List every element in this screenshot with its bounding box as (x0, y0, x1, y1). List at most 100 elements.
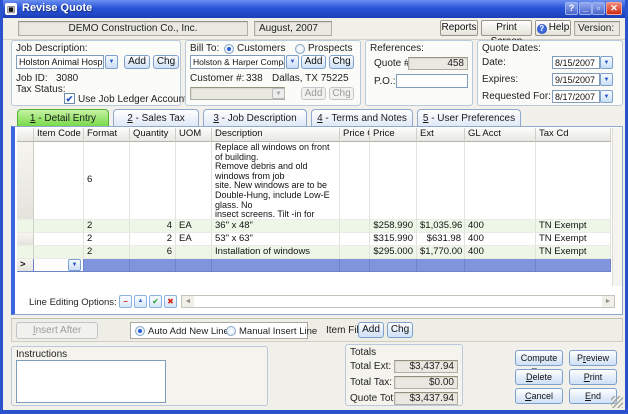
cell-quantity[interactable] (130, 259, 176, 272)
date-dropdown-icon[interactable]: ▼ (600, 56, 613, 69)
minimize-button[interactable]: _ (579, 2, 592, 15)
cell-uom[interactable] (176, 259, 212, 272)
cell-quantity[interactable]: 6 (130, 246, 176, 259)
tab-sales-tax[interactable]: 2 - Sales Tax (113, 109, 199, 127)
cell-description[interactable]: 53" x 63" (212, 233, 340, 246)
cell-item-code[interactable] (34, 220, 84, 233)
cell-description[interactable]: 36" x 48" (212, 220, 340, 233)
grid-vertical-scrollbar[interactable] (612, 128, 622, 286)
date-input[interactable]: 8/15/2007 (552, 56, 600, 69)
item-code-dropdown-icon[interactable]: ▼ (68, 259, 81, 271)
table-row[interactable]: 2 6 Installation of windows $295.000 $1,… (17, 246, 611, 259)
cell-price[interactable] (370, 142, 417, 220)
cell-quantity[interactable]: 4 (130, 220, 176, 233)
job-combo-dropdown-icon[interactable]: ▼ (105, 55, 118, 69)
tab-user-preferences[interactable]: 5 - User Preferences (417, 109, 521, 127)
cell-format[interactable]: 6 (84, 142, 130, 220)
cell-price-cd[interactable] (340, 142, 370, 220)
auto-add-radio[interactable] (135, 326, 145, 336)
tab-terms-and-notes[interactable]: 4 - Terms and Notes (311, 109, 413, 127)
cell-price[interactable] (370, 259, 417, 272)
close-button[interactable]: ✕ (606, 2, 622, 15)
expires-dropdown-icon[interactable]: ▼ (600, 73, 613, 86)
print-button[interactable]: Print (569, 369, 617, 385)
cell-ext[interactable]: $1,035.96 (417, 220, 465, 233)
cell-item-code[interactable] (34, 246, 84, 259)
cancel-line-icon[interactable]: ✖ (164, 295, 177, 308)
row-selector[interactable] (17, 220, 34, 233)
tab-detail-entry[interactable]: 1 - Detail Entry (17, 109, 109, 127)
bill-to-chg-button[interactable]: Chg (329, 55, 354, 69)
cell-gl-acct[interactable]: 400 (465, 246, 536, 259)
new-row-item-code-cell[interactable]: ▼ (34, 259, 84, 272)
scroll-right-icon[interactable]: ► (602, 296, 614, 307)
cell-price-cd[interactable] (340, 233, 370, 246)
cell-item-code[interactable] (34, 233, 84, 246)
cell-price[interactable]: $315.990 (370, 233, 417, 246)
new-row-selector[interactable]: > (17, 259, 34, 272)
cell-quantity[interactable] (130, 142, 176, 220)
cell-gl-acct[interactable]: 400 (465, 220, 536, 233)
customers-radio-label[interactable]: Customers (237, 43, 285, 54)
cell-description[interactable] (212, 259, 340, 272)
item-file-chg-button[interactable]: Chg (387, 322, 413, 338)
scroll-left-icon[interactable]: ◄ (182, 296, 194, 307)
cell-tax-cd[interactable]: TN Exempt (536, 246, 611, 259)
move-up-icon[interactable]: ▲ (134, 295, 147, 308)
cell-tax-cd[interactable]: TN Exempt (536, 233, 611, 246)
cell-ext[interactable] (417, 259, 465, 272)
cell-ext[interactable]: $1,770.00 (417, 246, 465, 259)
cell-uom[interactable] (176, 142, 212, 220)
cell-price-cd[interactable] (340, 259, 370, 272)
cell-price-cd[interactable] (340, 246, 370, 259)
bill-to-combo-input[interactable]: Holston & Harper Companies (190, 55, 285, 69)
prospects-radio[interactable] (295, 44, 305, 54)
end-button[interactable]: End (569, 388, 617, 404)
cell-tax-cd[interactable] (536, 142, 611, 220)
cell-gl-acct[interactable] (465, 259, 536, 272)
requested-for-dropdown-icon[interactable]: ▼ (600, 90, 613, 103)
cell-tax-cd[interactable]: TN Exempt (536, 220, 611, 233)
cell-price-cd[interactable] (340, 220, 370, 233)
manual-insert-radio[interactable] (226, 326, 236, 336)
preview-button[interactable]: Preview (569, 350, 617, 366)
maximize-button[interactable]: ▫ (592, 2, 605, 15)
cell-ext[interactable]: $631.98 (417, 233, 465, 246)
requested-for-input[interactable]: 8/17/2007 (552, 90, 600, 103)
customers-radio[interactable] (224, 44, 234, 54)
help-button[interactable]: ?Help (535, 20, 571, 36)
cell-uom[interactable]: EA (176, 220, 212, 233)
cancel-button[interactable]: Cancel (515, 388, 563, 404)
auto-add-radio-label[interactable]: Auto Add New Line (148, 326, 229, 337)
reports-button[interactable]: Reports (440, 20, 478, 36)
cell-description[interactable]: Installation of windows (212, 246, 340, 259)
job-ledger-checkbox-label[interactable]: Use Job Ledger Accounts (78, 94, 192, 105)
cell-uom[interactable] (176, 246, 212, 259)
new-entry-row[interactable]: > ▼ (17, 259, 611, 272)
row-selector[interactable] (17, 246, 34, 259)
cell-format[interactable]: 2 (84, 220, 130, 233)
cell-format[interactable]: 2 (84, 246, 130, 259)
compute-tax-button[interactable]: Compute Tax (515, 350, 563, 366)
item-file-add-button[interactable]: Add (358, 322, 384, 338)
window-help-button[interactable]: ? (565, 2, 578, 15)
expires-input[interactable]: 9/15/2007 (552, 73, 600, 86)
po-input[interactable] (396, 74, 468, 88)
grid-horizontal-scrollbar[interactable]: ◄ ► (181, 295, 615, 308)
bill-to-combo-dropdown-icon[interactable]: ▼ (286, 55, 299, 69)
prospects-radio-label[interactable]: Prospects (308, 43, 352, 54)
instructions-textarea[interactable] (16, 360, 166, 403)
cell-gl-acct[interactable] (465, 142, 536, 220)
cell-format[interactable]: 2 (84, 233, 130, 246)
cell-item-code[interactable] (34, 142, 84, 220)
job-add-button[interactable]: Add (124, 55, 150, 69)
row-selector[interactable] (17, 233, 34, 246)
cell-uom[interactable]: EA (176, 233, 212, 246)
table-row[interactable]: 6 Replace all windows on front of buildi… (17, 142, 611, 220)
cell-tax-cd[interactable] (536, 259, 611, 272)
table-row[interactable]: 2 4 EA 36" x 48" $258.990 $1,035.96 400 … (17, 220, 611, 233)
cell-ext[interactable] (417, 142, 465, 220)
cell-description[interactable]: Replace all windows on front of building… (212, 142, 340, 220)
manual-insert-radio-label[interactable]: Manual Insert Line (239, 326, 317, 337)
cell-price[interactable]: $258.990 (370, 220, 417, 233)
